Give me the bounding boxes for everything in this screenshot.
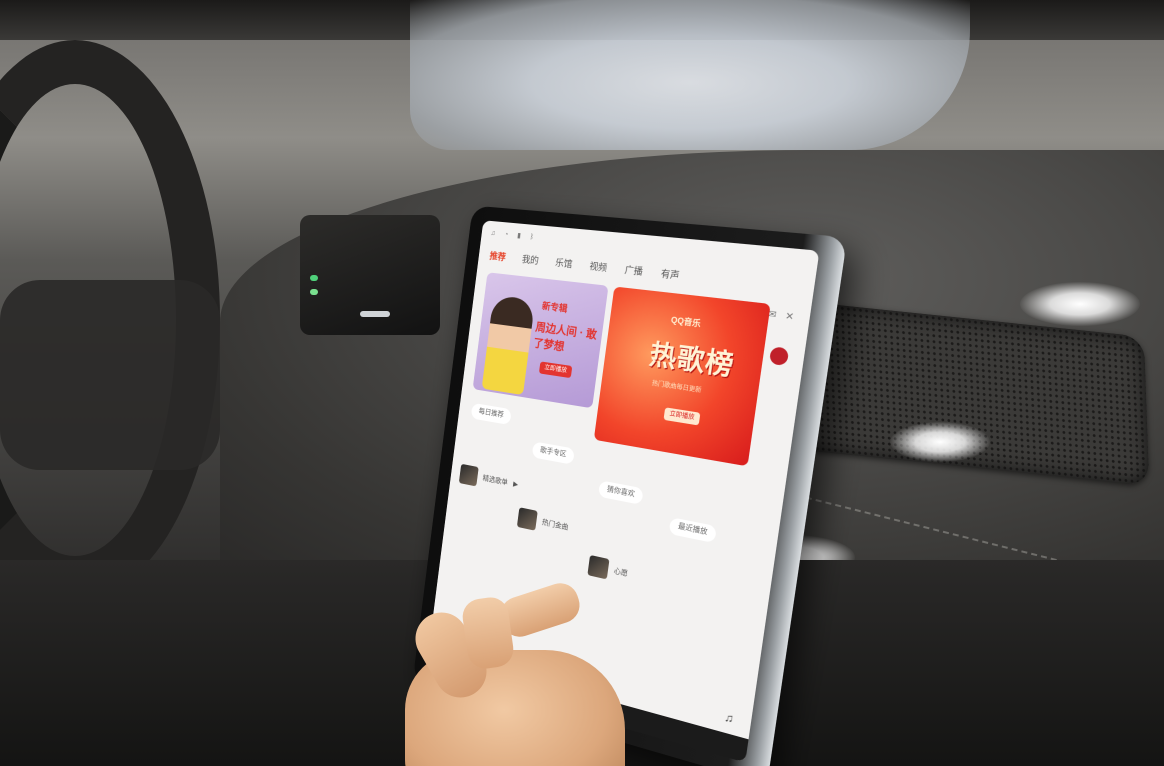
artist-zone-button[interactable]: 歌手专区 xyxy=(531,441,575,465)
light-reflection xyxy=(890,422,990,462)
song-title: 热门金曲 xyxy=(541,519,569,532)
album-cover xyxy=(587,554,610,580)
car-interior-photo: ♫ ◔ ▮ ᛒ 推荐 我的 乐馆 视频 广播 有声 ⚙ ✉ ✕ ⌕ 搜索 xyxy=(0,0,1164,766)
daily-recommend-button[interactable]: 每日推荐 xyxy=(470,402,512,426)
song-title: 精选歌单 xyxy=(482,474,509,487)
hot-chart-subtitle: 热门歌曲每日更新 xyxy=(651,380,702,395)
avatar[interactable] xyxy=(768,346,790,367)
app-logo-icon: ♫ xyxy=(490,229,496,237)
banner-play-button[interactable]: 立即播放 xyxy=(538,361,573,379)
hot-chart-button[interactable]: 立即播放 xyxy=(663,407,701,426)
tab-mine[interactable]: 我的 xyxy=(521,252,539,267)
album-cover xyxy=(516,507,538,531)
close-icon[interactable]: ✕ xyxy=(784,310,795,323)
album-banner[interactable]: 新专辑 周边人间 · 敢了梦想 立即播放 xyxy=(472,272,609,409)
steering-wheel-hub xyxy=(0,280,220,470)
tab-video[interactable]: 视频 xyxy=(589,259,608,274)
signal-icon: ▮ xyxy=(516,232,522,240)
album-cover xyxy=(458,463,479,487)
hot-chart-title: 热歌榜 xyxy=(647,338,737,382)
play-icon[interactable]: ▶ xyxy=(513,480,519,489)
bluetooth-icon: ᛒ xyxy=(529,233,535,241)
windshield xyxy=(410,0,970,150)
instrument-cluster xyxy=(300,215,440,335)
user-hand xyxy=(405,578,635,766)
artist-photo xyxy=(481,294,536,396)
banner-tag: 新专辑 xyxy=(541,300,569,314)
tab-library[interactable]: 乐馆 xyxy=(555,255,574,270)
banner-headline: 周边人间 · 敢了梦想 xyxy=(532,321,598,354)
wifi-icon: ◔ xyxy=(503,230,509,239)
qq-music-logo: QQ音乐 xyxy=(670,315,702,329)
tab-audiobook[interactable]: 有声 xyxy=(660,266,680,282)
tab-recommend[interactable]: 推荐 xyxy=(489,249,507,263)
hot-chart-banner[interactable]: QQ音乐 热歌榜 热门歌曲每日更新 立即播放 xyxy=(593,286,771,467)
light-reflection xyxy=(1020,282,1140,326)
tab-radio[interactable]: 广播 xyxy=(624,263,644,278)
song-title: 心愿 xyxy=(613,567,629,578)
music-note-icon[interactable]: ♫ xyxy=(724,711,735,726)
